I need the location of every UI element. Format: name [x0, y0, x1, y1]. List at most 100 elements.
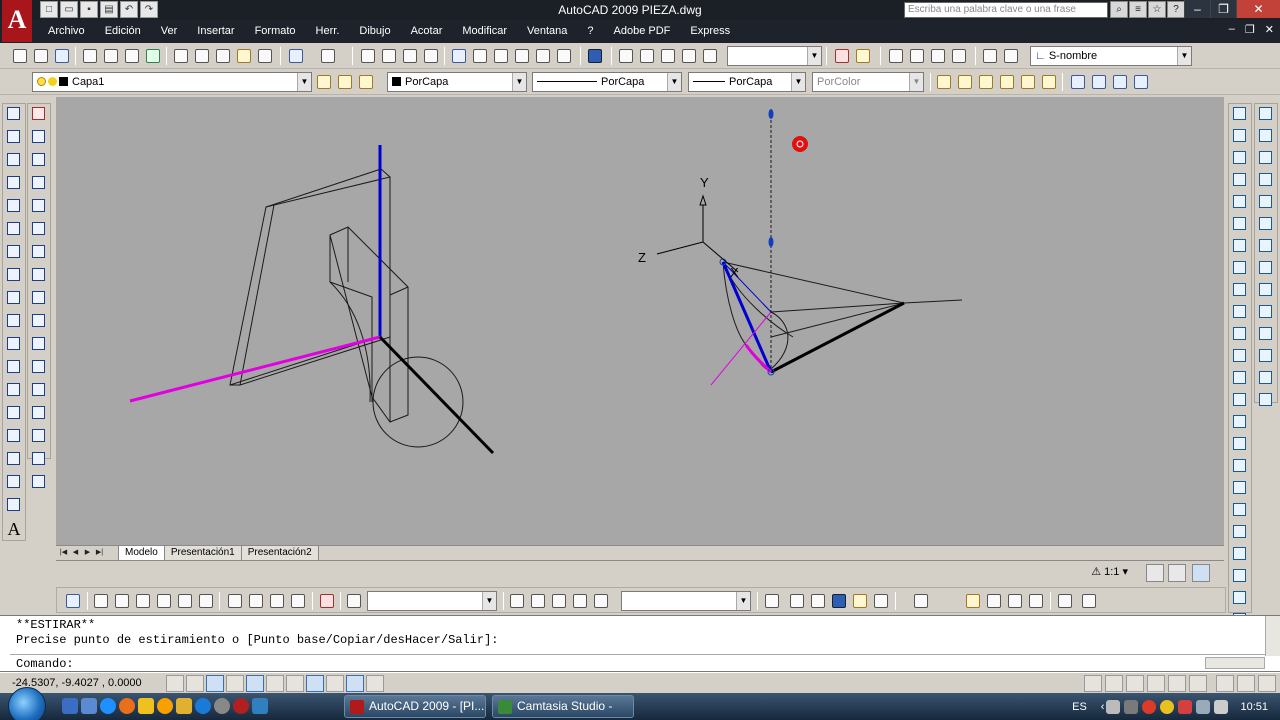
clock[interactable]: 10:51 [1240, 701, 1268, 713]
color-combo[interactable]: PorCapa ▼ [387, 72, 527, 92]
render-window-icon[interactable] [1055, 591, 1075, 611]
presspull-icon[interactable] [1230, 349, 1250, 368]
workspace-icon[interactable] [1192, 564, 1210, 582]
lineweight-combo[interactable]: PorCapa ▼ [688, 72, 806, 92]
tab-modelo[interactable]: Modelo [118, 546, 165, 561]
command-prompt[interactable]: Comando: [16, 657, 74, 671]
ucs-named-icon[interactable] [1001, 46, 1021, 66]
plotstyle-combo[interactable]: PorColor ▼ [812, 72, 924, 92]
union-icon[interactable] [1230, 437, 1250, 456]
copy-icon[interactable] [192, 46, 212, 66]
planar-surface-icon[interactable] [1230, 305, 1250, 324]
2d-wireframe-icon[interactable] [762, 591, 782, 611]
layer-tool-5-icon[interactable] [1018, 72, 1038, 92]
start-button[interactable] [8, 687, 46, 720]
apply-ucs-icon[interactable] [1256, 349, 1276, 368]
menu-acotar[interactable]: Acotar [401, 20, 453, 43]
annotation-scale[interactable]: ⚠ 1:1 ▾ [1091, 565, 1128, 578]
settings-icon[interactable] [214, 698, 230, 714]
line-icon[interactable] [4, 107, 24, 127]
command-horizontal-scrollbar[interactable] [1205, 657, 1265, 669]
copy-object-icon[interactable] [29, 130, 49, 150]
chrome-icon[interactable] [195, 698, 211, 714]
ucs-previous-icon[interactable] [1256, 129, 1276, 148]
sweep-icon[interactable] [1230, 371, 1250, 390]
ucs-z-icon[interactable] [1256, 327, 1276, 346]
ellipse-arc-icon[interactable] [4, 337, 24, 357]
menu-express[interactable]: Express [680, 20, 740, 43]
design-center-icon[interactable] [470, 46, 490, 66]
ucs-3point-icon[interactable] [1256, 261, 1276, 280]
rectangle-icon[interactable] [4, 199, 24, 219]
ducs-toggle[interactable] [286, 675, 304, 692]
menu-edicion[interactable]: Edición [95, 20, 151, 43]
erase-icon[interactable] [29, 107, 49, 127]
language-indicator[interactable]: ES [1072, 701, 1087, 713]
extrude-icon[interactable] [1230, 327, 1250, 346]
mirror-icon[interactable] [29, 153, 49, 173]
rotate-icon[interactable] [29, 245, 49, 265]
taskbar-autocad[interactable]: AutoCAD 2009 - [PI... [344, 695, 486, 718]
ucs-settings-icon[interactable] [1256, 393, 1276, 412]
zoom-realtime-icon[interactable] [379, 46, 399, 66]
revision-cloud-icon[interactable] [4, 268, 24, 288]
circle-icon[interactable] [4, 245, 24, 265]
ucs-named-icon[interactable] [1256, 371, 1276, 390]
3d-zoom-icon[interactable] [528, 591, 548, 611]
prev-tab-icon[interactable]: ◀ [70, 547, 81, 559]
plot-preview-icon[interactable] [101, 46, 121, 66]
open-icon[interactable] [31, 46, 51, 66]
ucs-face-icon[interactable] [1256, 151, 1276, 170]
mapping-icon[interactable] [1005, 591, 1025, 611]
ucs-zaxis-icon[interactable] [1256, 239, 1276, 258]
tool-palettes-icon[interactable] [491, 46, 511, 66]
left-view-icon[interactable] [133, 591, 153, 611]
3d-align-icon[interactable] [1230, 547, 1250, 566]
properties-icon[interactable] [449, 46, 469, 66]
auto-scale-icon[interactable] [1168, 564, 1186, 582]
nw-iso-icon[interactable] [288, 591, 308, 611]
revolve-icon[interactable] [1230, 393, 1250, 412]
pan-status-icon[interactable] [1126, 675, 1144, 692]
pdf-settings-icon[interactable] [853, 46, 873, 66]
taskbar-camtasia[interactable]: Camtasia Studio - U... [492, 695, 634, 718]
snap-toggle[interactable] [166, 675, 184, 692]
cut-icon[interactable] [171, 46, 191, 66]
box-icon[interactable] [1230, 129, 1250, 148]
layer-isolate-icon[interactable] [1068, 72, 1088, 92]
otrack-toggle[interactable] [266, 675, 284, 692]
minimize-icon[interactable]: – [1184, 0, 1210, 18]
single-viewport-icon[interactable] [637, 46, 657, 66]
explode-icon[interactable] [29, 475, 49, 495]
redo-icon[interactable] [318, 46, 338, 66]
break-icon[interactable] [29, 383, 49, 403]
publish-icon[interactable] [122, 46, 142, 66]
ucs-icon[interactable] [980, 46, 1000, 66]
quickcalc-icon[interactable] [554, 46, 574, 66]
ne-iso-icon[interactable] [267, 591, 287, 611]
menu-ventana[interactable]: Ventana [517, 20, 577, 43]
showmotion-icon[interactable] [1189, 675, 1207, 692]
render-icon[interactable] [911, 591, 931, 611]
show-desktop-icon[interactable] [62, 698, 78, 714]
intersect-icon[interactable] [1230, 481, 1250, 500]
menu-insertar[interactable]: Insertar [187, 20, 244, 43]
linetype-combo[interactable]: PorCapa ▼ [532, 72, 682, 92]
status-settings-icon[interactable] [1237, 675, 1255, 692]
hatch-icon[interactable] [4, 429, 24, 449]
qp-toggle[interactable] [346, 675, 364, 692]
3d-pan-icon[interactable] [507, 591, 527, 611]
polyline-icon[interactable] [4, 153, 24, 173]
3d-array-icon[interactable] [1230, 569, 1250, 588]
tray-app-3-icon[interactable] [1142, 699, 1157, 714]
ucs-object-icon[interactable] [1256, 173, 1276, 192]
markup-icon[interactable] [533, 46, 553, 66]
model-space-drawing[interactable]: Y Z X [56, 97, 1224, 545]
3d-move-icon[interactable] [1230, 503, 1250, 522]
annotation-visibility-icon[interactable] [1146, 564, 1164, 582]
3d-rotate-icon[interactable] [1230, 525, 1250, 544]
tab-presentacion1[interactable]: Presentación1 [163, 546, 242, 561]
multiline-text-icon[interactable]: A [4, 519, 24, 539]
polar-toggle[interactable] [226, 675, 244, 692]
spline-icon[interactable] [4, 291, 24, 311]
